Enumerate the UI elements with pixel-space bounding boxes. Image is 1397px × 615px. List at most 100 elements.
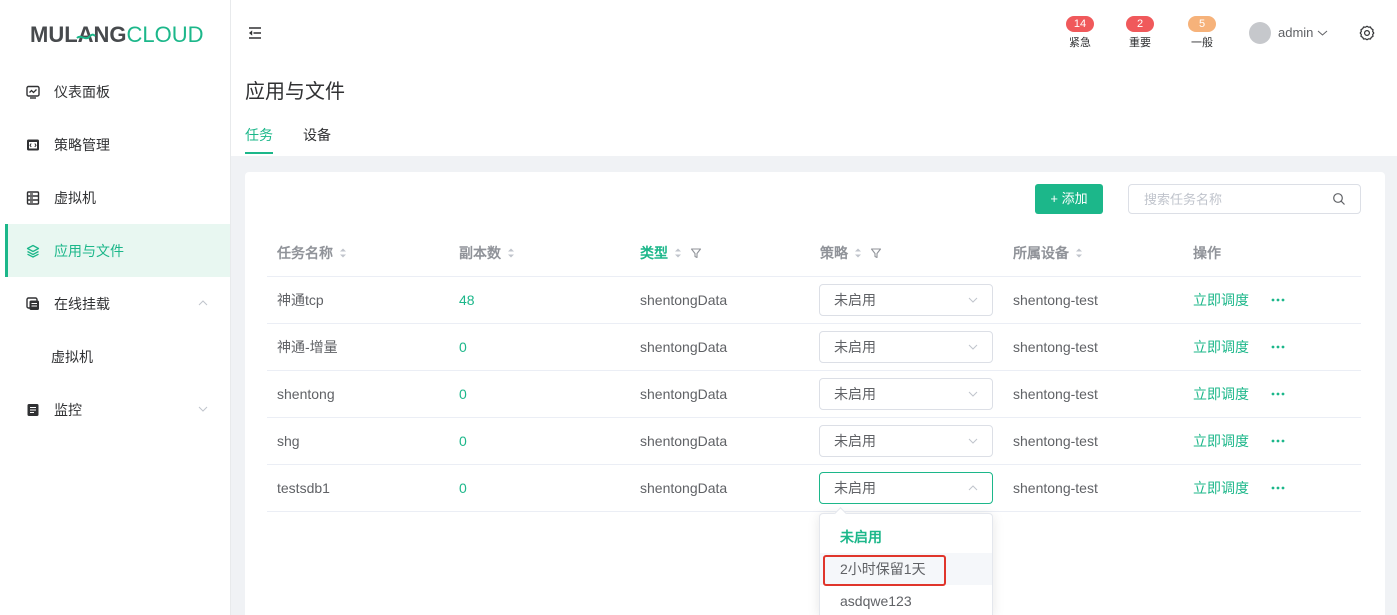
menu-fold-icon[interactable] bbox=[248, 26, 262, 40]
more-actions-icon[interactable] bbox=[1271, 392, 1285, 396]
alert-important[interactable]: 2 重要 bbox=[1120, 16, 1160, 50]
cell-type: shentongData bbox=[640, 386, 728, 402]
settings-gear-icon[interactable] bbox=[1359, 25, 1375, 41]
task-table: 任务名称 副本数 类型 策略 所属设备 操作 神通tcp 48 shentong… bbox=[267, 230, 1361, 512]
tab-active-underline bbox=[245, 152, 273, 154]
search-icon[interactable] bbox=[1332, 192, 1346, 206]
copy-icon bbox=[26, 296, 40, 311]
cell-actions: 立即调度 bbox=[1183, 465, 1361, 511]
sidebar-item-dashboard[interactable]: 仪表面板 bbox=[5, 65, 230, 118]
cell-policy: 未启用 bbox=[810, 371, 1003, 417]
cell-replicas[interactable]: 0 bbox=[449, 465, 630, 511]
column-header-type[interactable]: 类型 bbox=[630, 230, 810, 276]
sidebar-item-monitoring[interactable]: 监控 bbox=[5, 383, 230, 436]
sidebar-item-policy[interactable]: 策略管理 bbox=[5, 118, 230, 171]
dropdown-option[interactable]: 未启用 bbox=[820, 521, 992, 553]
search-box bbox=[1128, 184, 1361, 214]
logo-text-accent: CLOUD bbox=[126, 22, 204, 47]
cell-device: shentong-test bbox=[1013, 292, 1098, 308]
sort-icon[interactable] bbox=[507, 247, 515, 259]
cell-type: shentongData bbox=[640, 339, 728, 355]
chevron-down-icon bbox=[198, 406, 208, 412]
column-header-label: 任务名称 bbox=[277, 245, 333, 261]
logo[interactable]: MULA NGCLOUD bbox=[30, 22, 204, 48]
policy-select-value: 未启用 bbox=[834, 339, 876, 355]
cell-replicas[interactable]: 0 bbox=[449, 418, 630, 464]
sidebar-subitem-vm[interactable]: 虚拟机 bbox=[5, 330, 230, 383]
column-header-task-name[interactable]: 任务名称 bbox=[267, 230, 449, 276]
policy-select-value: 未启用 bbox=[834, 292, 876, 308]
column-header-device[interactable]: 所属设备 bbox=[1003, 230, 1183, 276]
cell-replicas[interactable]: 0 bbox=[449, 371, 630, 417]
avatar[interactable] bbox=[1249, 22, 1271, 44]
schedule-now-link[interactable]: 立即调度 bbox=[1193, 384, 1249, 404]
sidebar-item-apps-files[interactable]: 应用与文件 bbox=[5, 224, 230, 277]
sort-icon[interactable] bbox=[854, 247, 862, 259]
schedule-now-link[interactable]: 立即调度 bbox=[1193, 478, 1249, 498]
more-actions-icon[interactable] bbox=[1271, 439, 1285, 443]
sort-icon[interactable] bbox=[339, 247, 347, 259]
cell-device: shentong-test bbox=[1013, 339, 1098, 355]
cell-task-name: 神通tcp bbox=[277, 292, 324, 308]
column-header-label: 类型 bbox=[640, 245, 668, 261]
cell-task-name: testsdb1 bbox=[277, 480, 330, 496]
cell-type: shentongData bbox=[640, 292, 728, 308]
logo-text-dark-2: NG bbox=[93, 22, 127, 47]
filter-icon[interactable] bbox=[870, 247, 882, 259]
schedule-now-link[interactable]: 立即调度 bbox=[1193, 290, 1249, 310]
alert-label: 一般 bbox=[1191, 37, 1213, 49]
cell-replicas[interactable]: 48 bbox=[449, 277, 630, 323]
sidebar-menu: 仪表面板 策略管理 虚拟机 应用与文件 在线挂载 虚拟机 监控 bbox=[5, 65, 230, 436]
schedule-now-link[interactable]: 立即调度 bbox=[1193, 431, 1249, 451]
policy-select[interactable]: 未启用 bbox=[819, 284, 993, 316]
column-header-replicas[interactable]: 副本数 bbox=[449, 230, 630, 276]
policy-select[interactable]: 未启用 bbox=[819, 378, 993, 410]
add-button[interactable]: + 添加 bbox=[1035, 184, 1103, 214]
sidebar: MULA NGCLOUD 仪表面板 策略管理 虚拟机 应用与文件 在线挂载 虚拟… bbox=[0, 0, 231, 615]
tab-tasks[interactable]: 任务 bbox=[245, 125, 273, 145]
more-actions-icon[interactable] bbox=[1271, 298, 1285, 302]
policy-select[interactable]: 未启用 bbox=[819, 425, 993, 457]
highlight-box bbox=[823, 555, 946, 586]
sidebar-item-vm[interactable]: 虚拟机 bbox=[5, 171, 230, 224]
tab-devices[interactable]: 设备 bbox=[303, 125, 331, 145]
table-header: 任务名称 副本数 类型 策略 所属设备 操作 bbox=[267, 230, 1361, 277]
sidebar-item-label: 仪表面板 bbox=[54, 83, 110, 100]
chevron-up-icon bbox=[198, 300, 208, 306]
page-title: 应用与文件 bbox=[245, 81, 345, 103]
task-panel: + 添加 任务名称 副本数 类型 策略 bbox=[245, 172, 1385, 615]
more-actions-icon[interactable] bbox=[1271, 486, 1285, 490]
alert-label: 重要 bbox=[1129, 37, 1151, 49]
sort-icon[interactable] bbox=[674, 247, 682, 259]
more-actions-icon[interactable] bbox=[1271, 345, 1285, 349]
cell-replicas[interactable]: 0 bbox=[449, 324, 630, 370]
schedule-now-link[interactable]: 立即调度 bbox=[1193, 337, 1249, 357]
alert-label: 紧急 bbox=[1069, 37, 1091, 49]
search-input[interactable] bbox=[1129, 185, 1329, 213]
policy-select[interactable]: 未启用 bbox=[819, 331, 993, 363]
sort-icon[interactable] bbox=[1075, 247, 1083, 259]
column-header-policy[interactable]: 策略 bbox=[810, 230, 1003, 276]
policy-select[interactable]: 未启用 bbox=[819, 472, 993, 504]
logo-mark: A bbox=[75, 22, 96, 48]
cell-device: shentong-test bbox=[1013, 433, 1098, 449]
cell-policy: 未启用 bbox=[810, 418, 1003, 464]
cell-actions: 立即调度 bbox=[1183, 324, 1361, 370]
table-row: 神通-增量 0 shentongData 未启用 shentong-test 立… bbox=[267, 324, 1361, 371]
alert-count-badge: 14 bbox=[1066, 16, 1094, 32]
alert-normal[interactable]: 5 一般 bbox=[1182, 16, 1222, 50]
cell-task-name: shg bbox=[277, 433, 300, 449]
chevron-up-icon bbox=[968, 485, 978, 491]
sidebar-item-label: 监控 bbox=[54, 401, 82, 418]
sidebar-item-online-mount[interactable]: 在线挂载 bbox=[5, 277, 230, 330]
chevron-down-icon[interactable] bbox=[1317, 30, 1328, 36]
alert-urgent[interactable]: 14 紧急 bbox=[1060, 16, 1100, 50]
dropdown-option[interactable]: asdqwe123 bbox=[820, 585, 992, 615]
cell-actions: 立即调度 bbox=[1183, 277, 1361, 323]
document-icon bbox=[26, 403, 40, 417]
column-header-label: 策略 bbox=[820, 245, 848, 261]
alert-count-badge: 2 bbox=[1126, 16, 1154, 32]
username[interactable]: admin bbox=[1278, 25, 1313, 41]
cell-task-name: 神通-增量 bbox=[277, 339, 338, 355]
filter-icon[interactable] bbox=[690, 247, 702, 259]
